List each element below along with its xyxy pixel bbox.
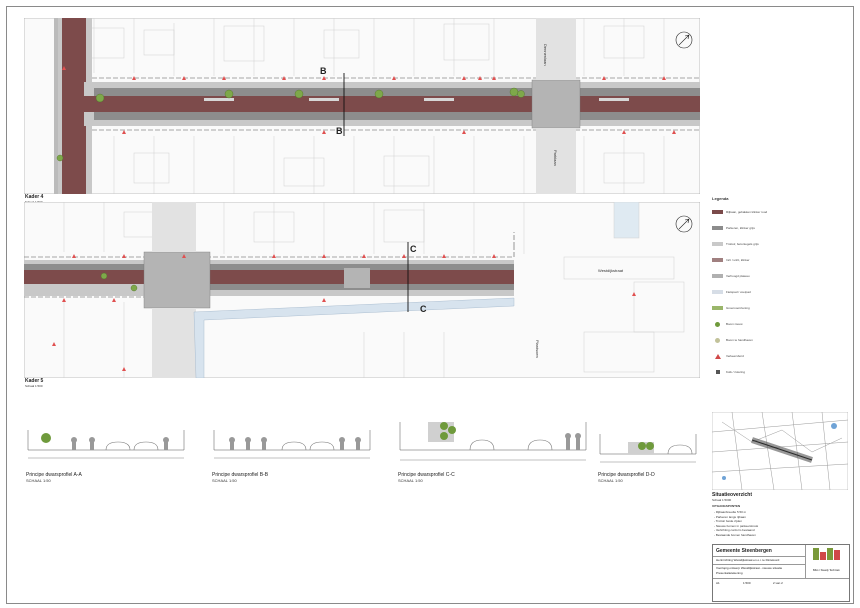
sheet-number: 2 van 2 — [773, 581, 783, 585]
drawing-subtitle-1: Voorlopig ontwerp Westdijkstraat - nieuw… — [716, 566, 783, 570]
street-name-top-2: Parklaan — [553, 150, 558, 166]
plan-kader-4 — [24, 18, 700, 194]
legend-swatch — [712, 210, 723, 214]
tree-existing-icon — [715, 338, 720, 343]
tree-new-icon — [715, 322, 720, 327]
section-mark-b-bottom: B — [336, 126, 343, 136]
profile-a-a-scale: SCHAAL 1:50 — [26, 478, 51, 483]
sheet-format: A1 — [716, 581, 720, 585]
firm-logo — [813, 548, 840, 560]
project-name: Herinrichting Westdijkstraat en o.i. te … — [716, 558, 780, 562]
profile-a-a — [27, 430, 185, 459]
plan-kader-5 — [24, 202, 700, 378]
profile-d-d — [599, 434, 697, 463]
title-block: Gemeente Steenbergen Herinrichting Westd… — [712, 544, 850, 602]
overview-scale: Schaal 1:5000 — [712, 498, 732, 502]
overview-notes: - Rijbaanbreedte 5.50 m - Parkeren langs… — [714, 510, 844, 537]
street-name-mid-1: Westdijkstraat — [598, 268, 624, 273]
profile-b-b — [213, 430, 371, 459]
overview-spec-heading: UITGANGSPUNTEN — [712, 504, 741, 508]
client-name: Gemeente Steenbergen — [716, 548, 772, 554]
sheet-scale: 1:500 — [743, 581, 751, 585]
legend-swatch — [712, 226, 723, 230]
legend-swatch — [712, 258, 723, 262]
traffic-sign-icon — [715, 354, 721, 359]
legend: Legenda Rijbaan, gebakken klinker rood P… — [712, 196, 768, 374]
overview-map — [712, 412, 848, 490]
drawing-sheet: B B Dennenlaan Parklaan Kader 4 Schaal 1… — [0, 0, 860, 608]
section-mark-c-top: C — [410, 244, 417, 254]
profile-b-b-scale: SCHAAL 1:50 — [212, 478, 237, 483]
kader-5-scale: Schaal 1:500 — [25, 384, 43, 388]
section-mark-b-top: B — [320, 66, 327, 76]
street-name-mid-2: Plantsoen — [535, 340, 540, 358]
legend-swatch — [712, 290, 723, 294]
legend-swatch — [712, 242, 723, 246]
legend-swatch — [712, 274, 723, 278]
drain-icon — [716, 370, 720, 374]
section-mark-c-bottom: C — [420, 304, 427, 314]
profile-c-c — [399, 422, 587, 461]
firm-name: B&G / Steady Techniek — [813, 569, 840, 572]
drawing-subtitle-2: Presentatietekening — [716, 571, 743, 575]
legend-heading: Legenda — [712, 196, 729, 201]
profile-c-c-scale: SCHAAL 1:50 — [398, 478, 423, 483]
overview-note: - Bestaande bomen handhaven — [714, 532, 756, 537]
profile-d-d-scale: SCHAAL 1:50 — [598, 478, 623, 483]
street-name-top-1: Dennenlaan — [543, 44, 548, 66]
legend-swatch — [712, 306, 723, 310]
